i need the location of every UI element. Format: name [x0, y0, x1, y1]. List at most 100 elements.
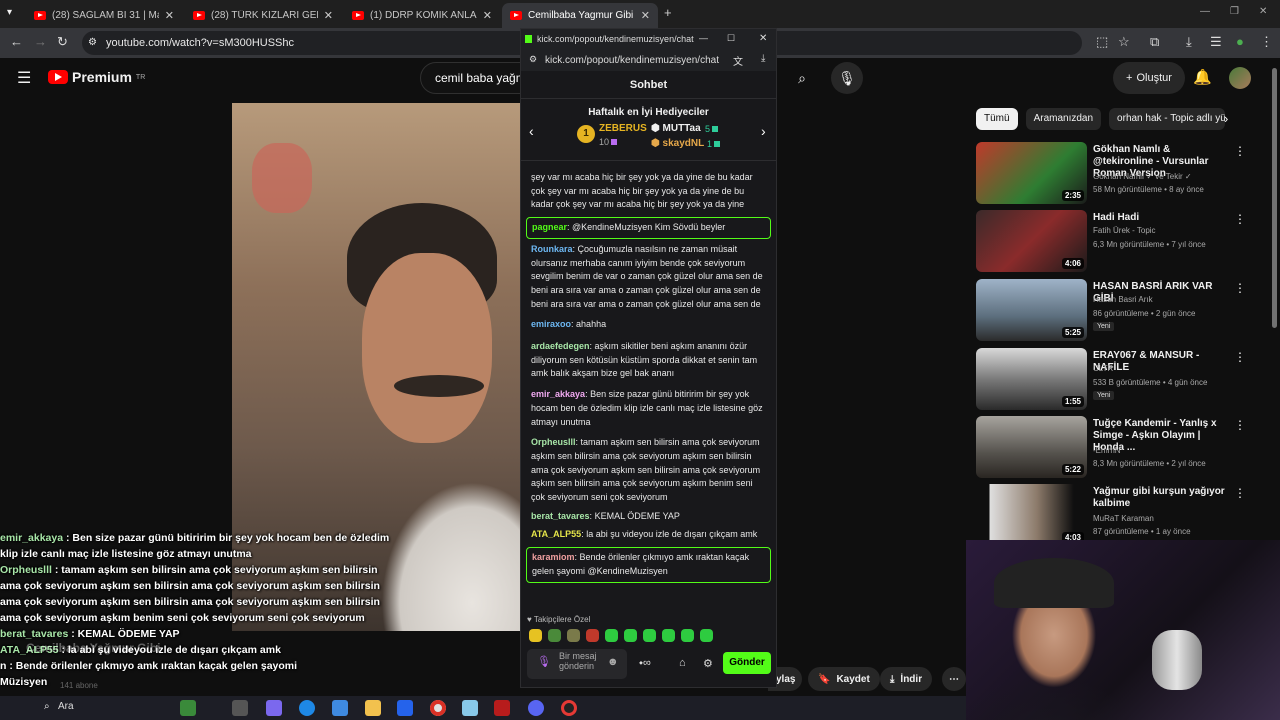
browser-tab-4[interactable]: Cemilbaba Yagmur Gibi - YouTu✕ — [502, 3, 658, 28]
close-tab-icon[interactable]: ✕ — [641, 9, 650, 22]
notepad-icon[interactable] — [462, 700, 478, 716]
search-icon[interactable]: ⌕ — [786, 62, 818, 94]
file-explorer-icon[interactable] — [365, 700, 381, 716]
taskbar-search-label[interactable]: Ara — [58, 701, 74, 712]
video-thumbnail[interactable]: 4:03 — [976, 484, 1087, 546]
save-button[interactable]: 🔖 Kaydet — [808, 667, 880, 691]
emote-icon[interactable] — [681, 629, 694, 642]
chat-settings-icon[interactable]: ⚙ — [703, 657, 713, 670]
download-icon[interactable]: ⤓ — [761, 53, 765, 64]
notifications-bell-icon[interactable]: 🔔 — [1193, 68, 1212, 86]
channel-name[interactable]: Cemilbaba Yağmur Gibi — [26, 641, 160, 655]
close-tab-icon[interactable]: ✕ — [165, 9, 174, 22]
store-app-icon[interactable] — [332, 700, 348, 716]
recommendation-item[interactable]: 5:22 Tuğçe Kandemir - Yanlış x Simge - A… — [976, 416, 1266, 478]
browser-tab-1[interactable]: (28) SAĞLAM Bİ 31 | Madara Ol✕ — [26, 3, 182, 28]
store-icon[interactable]: ⌂ — [679, 657, 686, 669]
recommendation-item[interactable]: 4:03 Yağmur gibi kurşun yağıyor kalbime … — [976, 484, 1266, 546]
install-app-icon[interactable]: ⬚ — [1096, 34, 1108, 50]
search-input[interactable]: cemil baba yağmu — [420, 62, 530, 94]
chevron-right-icon[interactable]: › — [1224, 111, 1228, 126]
media-controls-icon[interactable]: ☰ — [1210, 34, 1222, 50]
browser-menu-icon[interactable]: ⋮ — [1260, 34, 1273, 50]
task-view-icon[interactable] — [232, 700, 248, 716]
maximize-icon[interactable]: ☐ — [727, 33, 735, 44]
emote-icon[interactable] — [605, 629, 618, 642]
new-tab-icon[interactable]: + — [664, 5, 672, 20]
back-icon[interactable]: ← — [10, 34, 23, 49]
page-scrollbar[interactable] — [1272, 68, 1277, 328]
microphone-icon[interactable]: 🎙 — [537, 657, 551, 668]
close-tab-icon[interactable]: ✕ — [324, 9, 333, 22]
video-thumbnail[interactable]: 5:25 — [976, 279, 1087, 341]
more-options-icon[interactable]: ⋮ — [1234, 144, 1246, 158]
chevron-right-icon[interactable]: › — [761, 123, 766, 139]
hamburger-menu-icon[interactable]: ☰ — [17, 68, 31, 88]
discord-icon[interactable] — [528, 700, 544, 716]
chat-message-input[interactable]: 🎙 Bir mesaj gönderin ☻ — [527, 649, 627, 679]
close-window-icon[interactable]: ✕ — [1259, 6, 1267, 17]
minimize-icon[interactable]: — — [699, 33, 708, 43]
gifter-name[interactable]: ⬢ MUTTaa — [651, 123, 701, 134]
browser-tab-3[interactable]: (1) DDRP KOMİK ANLAR 16. BÖ✕ — [344, 3, 500, 28]
taskbar-search-icon[interactable]: ⌕ — [44, 701, 50, 712]
outlook-icon[interactable] — [397, 700, 413, 716]
downloads-icon[interactable]: ⤓ — [1186, 34, 1192, 50]
close-tab-icon[interactable]: ✕ — [483, 9, 492, 22]
recommendation-item[interactable]: 2:35 Gökhan Namlı & @tekironline - Vursu… — [976, 142, 1266, 204]
video-thumbnail[interactable]: 5:22 — [976, 416, 1087, 478]
emote-icon[interactable] — [643, 629, 656, 642]
emote-icon[interactable] — [548, 629, 561, 642]
emoji-icon[interactable]: ☻ — [607, 657, 619, 668]
profile-icon[interactable]: ● — [1236, 34, 1244, 49]
emote-icon[interactable] — [662, 629, 675, 642]
popup-url-bar[interactable]: ⚙ kick.com/popout/kendinemuzisyen/chat 文… — [521, 49, 776, 71]
more-options-icon[interactable]: ⋮ — [1234, 281, 1246, 295]
video-thumbnail[interactable]: 1:55 — [976, 348, 1087, 410]
more-options-icon[interactable]: ⋮ — [1234, 350, 1246, 364]
recommendation-item[interactable]: 4:06 Hadi Hadi Fatih Ürek - Topic 6,3 Mn… — [976, 210, 1266, 272]
video-thumbnail[interactable]: 4:06 — [976, 210, 1087, 272]
chip-from-search[interactable]: Aramanızdan — [1025, 108, 1102, 130]
translate-icon[interactable]: 文 — [733, 53, 743, 68]
chip-channel[interactable]: orhan hak - Topic adlı yü — [1109, 108, 1226, 130]
recommendation-item[interactable]: 1:55 ERAY067 & MANSUR - NAFİLE CLTR 533 … — [976, 348, 1266, 410]
more-options-icon[interactable]: ⋮ — [1234, 212, 1246, 226]
chevron-left-icon[interactable]: ‹ — [529, 123, 534, 139]
recommendation-item[interactable]: 5:25 HASAN BASRİ ARIK VAR GİBİ Hasan Bas… — [976, 279, 1266, 341]
video-editor-icon[interactable] — [494, 700, 510, 716]
browser-tab-2[interactable]: (28) TÜRK KIZLARI GERÇEKTEN✕ — [185, 3, 341, 28]
emote-icon[interactable] — [529, 629, 542, 642]
more-options-icon[interactable]: ⋮ — [1234, 486, 1246, 500]
copilot-icon[interactable] — [266, 700, 282, 716]
site-info-icon[interactable]: ⚙ — [529, 54, 537, 65]
voice-search-icon[interactable]: 🎙 — [831, 62, 863, 94]
obs-icon[interactable] — [561, 700, 577, 716]
emote-icon[interactable] — [700, 629, 713, 642]
minimize-icon[interactable]: — — [1200, 6, 1210, 17]
tab-list-icon[interactable]: ▾ — [7, 7, 12, 18]
taskbar-widget-icon[interactable] — [180, 700, 196, 716]
youtube-premium-logo[interactable]: Premium TR — [48, 69, 145, 85]
gift-subs-icon[interactable]: ⬩∞ — [639, 657, 651, 670]
more-options-icon[interactable]: ⋮ — [1234, 418, 1246, 432]
more-actions-button[interactable]: ⋯ — [942, 667, 966, 691]
video-thumbnail[interactable]: 2:35 — [976, 142, 1087, 204]
create-button[interactable]: + Oluştur — [1113, 62, 1185, 94]
chrome-icon[interactable] — [430, 700, 446, 716]
close-popup-icon[interactable]: ✕ — [759, 33, 767, 44]
reload-icon[interactable]: ↻ — [57, 34, 68, 50]
gifter-name[interactable]: ⬢ skaydNL — [651, 138, 704, 149]
restore-icon[interactable]: ❐ — [1230, 6, 1239, 17]
send-button[interactable]: Gönder — [723, 652, 771, 674]
site-info-icon[interactable]: ⚙ — [88, 31, 97, 55]
emote-icon[interactable] — [567, 629, 580, 642]
forward-icon[interactable]: → — [34, 34, 47, 49]
emote-icon[interactable] — [586, 629, 599, 642]
chip-all[interactable]: Tümü — [976, 108, 1018, 130]
account-avatar[interactable] — [1229, 67, 1251, 89]
bookmark-star-icon[interactable]: ☆ — [1118, 34, 1130, 50]
extensions-icon[interactable]: ⧉ — [1150, 34, 1159, 50]
download-button[interactable]: ⤓ İndir — [880, 667, 933, 691]
emote-icon[interactable] — [624, 629, 637, 642]
